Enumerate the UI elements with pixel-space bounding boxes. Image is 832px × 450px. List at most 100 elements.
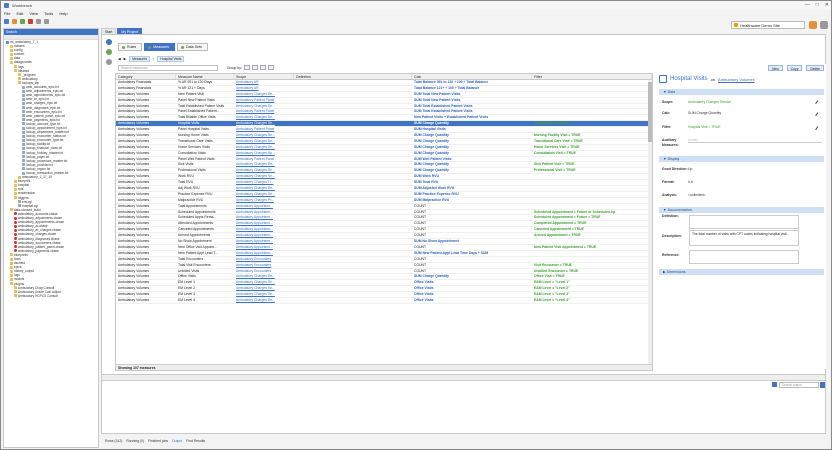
reference-textarea[interactable] [689,250,799,264]
cell-scope[interactable]: Ambulatory Appointme... [234,210,294,215]
cell-scope[interactable]: Ambulatory Charges Se... [234,92,294,97]
column-category[interactable]: Category [116,74,176,79]
column-measure-name[interactable]: Measure Name [176,74,234,79]
cell-scope[interactable]: Ambulatory Charges Se... [234,162,294,167]
description-textarea[interactable]: The total number of visits with CPT code… [689,230,799,246]
tree-item[interactable]: Ambulatory HCPCS Consult [6,294,98,298]
new-button[interactable]: New [768,64,783,71]
cell-scope[interactable]: Ambulatory Charges Se... [234,139,294,144]
group-by-button-3[interactable] [259,65,266,70]
close-icon[interactable]: ✕ [825,2,829,8]
definition-textarea[interactable] [689,215,799,229]
cell-scope[interactable]: Ambulatory AR [234,80,294,85]
table-scrollbar[interactable] [648,80,652,366]
field-calc-value[interactable]: SUM Charge Quantity [688,111,822,116]
measure-search-input[interactable]: Search measures [118,64,218,71]
status-find-results[interactable]: Find Results [186,438,205,444]
cell-scope[interactable]: Ambulatory Patient Panel [234,109,294,114]
user-icon[interactable] [820,21,828,29]
column-scope[interactable]: Scope [234,74,294,79]
table-scroll-thumb[interactable] [648,82,652,142]
refresh-icon[interactable] [36,19,41,24]
tab-measures[interactable]: Measures [144,43,175,51]
field-aux-value[interactable]: (none) [688,138,822,143]
column-filter[interactable]: Filter [532,74,652,79]
cell-scope[interactable]: Ambulatory Charges Se... [234,145,294,150]
cell-scope[interactable]: Ambulatory Charges Se... [234,186,294,191]
section-display[interactable]: ▼ Display [659,156,824,162]
status-finished[interactable]: Finished jobs [148,438,168,444]
output-search-button[interactable] [820,382,825,388]
cell-scope[interactable]: Ambulatory Appointme... [234,239,294,244]
cell-scope[interactable]: Ambulatory Appointme... [234,245,294,250]
nav-back-icon[interactable]: ◀ [118,57,121,61]
cell-scope[interactable]: Ambulatory AR [234,86,294,91]
cell-scope[interactable]: Ambulatory Charges Se... [234,104,294,109]
field-format-value[interactable]: #,# [688,180,822,185]
status-output[interactable]: Output [172,438,182,444]
copy-button[interactable]: Copy [786,64,803,71]
menu-edit[interactable]: Edit [16,11,23,16]
tab-data-sets[interactable]: Data Sets [176,43,208,51]
menu-help[interactable]: Help [59,11,67,16]
settings-icon[interactable] [44,19,49,24]
cell-scope[interactable]: Ambulatory Charges Se... [234,121,294,126]
stop-icon[interactable] [28,19,33,24]
field-scope-value[interactable]: Ambulatory Charges Service [688,100,822,105]
cell-scope[interactable]: Ambulatory Charges Se... [234,174,294,179]
menu-tools[interactable]: Tools [44,11,53,16]
cell-scope[interactable]: Ambulatory Encounters [234,263,294,268]
back-icon[interactable] [106,39,112,45]
cell-scope[interactable]: Ambulatory Patient Panel [234,127,294,132]
field-analysis-value[interactable]: <unlimited> [688,193,822,198]
menu-view[interactable]: View [29,11,38,16]
cell-scope[interactable]: Ambulatory Charges Se... [234,286,294,291]
cell-scope[interactable]: Ambulatory Appointme... [234,204,294,209]
column-calc[interactable]: Calc [412,74,532,79]
section-data[interactable]: ▼ Data [659,89,824,95]
cell-scope[interactable]: Ambulatory Charges Se... [234,280,294,285]
field-good-direction-value[interactable]: Up [688,167,822,172]
breadcrumb-hospital-visits[interactable]: Hospital Visits [157,55,185,62]
cell-scope[interactable]: Ambulatory Charges Se... [234,298,294,303]
cell-scope[interactable]: Ambulatory Charges Se... [234,292,294,297]
cell-scope[interactable]: Ambulatory Encounters [234,269,294,274]
breadcrumb-measures[interactable]: Measures [129,55,151,62]
cell-scope[interactable]: Ambulatory Charges Tr... [234,180,294,185]
cell-scope[interactable]: Ambulatory Charges Se... [234,168,294,173]
clear-output-icon[interactable] [772,382,777,387]
open-folder-icon[interactable] [12,19,17,24]
status-running[interactable]: Running (0) [126,438,144,444]
minimize-icon[interactable]: — [805,2,810,8]
run-icon[interactable] [20,19,25,24]
field-filter-value[interactable]: Hospital Visit = TRUE [688,125,822,130]
cell-scope[interactable]: Ambulatory Charges Se... [234,274,294,279]
cell-scope[interactable]: Ambulatory Appointme... [234,251,294,256]
cell-scope[interactable]: Ambulatory Charges Se... [234,133,294,138]
group-by-button-4[interactable] [267,65,274,70]
cell-scope[interactable]: Ambulatory Encounters [234,257,294,262]
cell-scope[interactable]: Ambulatory Appointme... [234,221,294,226]
menu-file[interactable]: File [4,11,10,16]
edit-calc-icon[interactable] [815,112,821,118]
cell-scope[interactable]: Ambulatory Charges Se... [234,192,294,197]
scope-link[interactable]: Ambulatory Volumes [718,77,755,82]
cell-scope[interactable]: Ambulatory Appointme... [234,233,294,238]
cell-scope[interactable]: Ambulatory Appointme... [234,227,294,232]
column-definition[interactable]: Definition [294,74,412,79]
cell-scope[interactable]: Ambulatory Charges Se... [234,115,294,120]
new-icon[interactable] [4,19,9,24]
tab-rules[interactable]: Rules [118,43,143,51]
cell-scope[interactable]: Ambulatory Patient Panel [234,98,294,103]
edit-filter-icon[interactable] [815,126,821,132]
table-row[interactable]: Ambulatory Volumes EM Level 4 Ambulatory C… [116,298,652,304]
cell-scope[interactable]: Ambulatory Charges Pr... [234,198,294,203]
output-search-input[interactable]: Search output [779,382,819,388]
cell-scope[interactable]: Ambulatory Patient Panel [234,157,294,162]
cell-scope[interactable]: Ambulatory Appointme... [234,215,294,220]
cell-scope[interactable]: Ambulatory Charges Se... [234,151,294,156]
delete-button[interactable]: Delete [806,64,824,71]
section-documentation[interactable]: ▼ Documentation [659,207,824,213]
group-by-button-1[interactable] [243,65,250,70]
nav-forward-icon[interactable]: ▶ [124,57,127,61]
